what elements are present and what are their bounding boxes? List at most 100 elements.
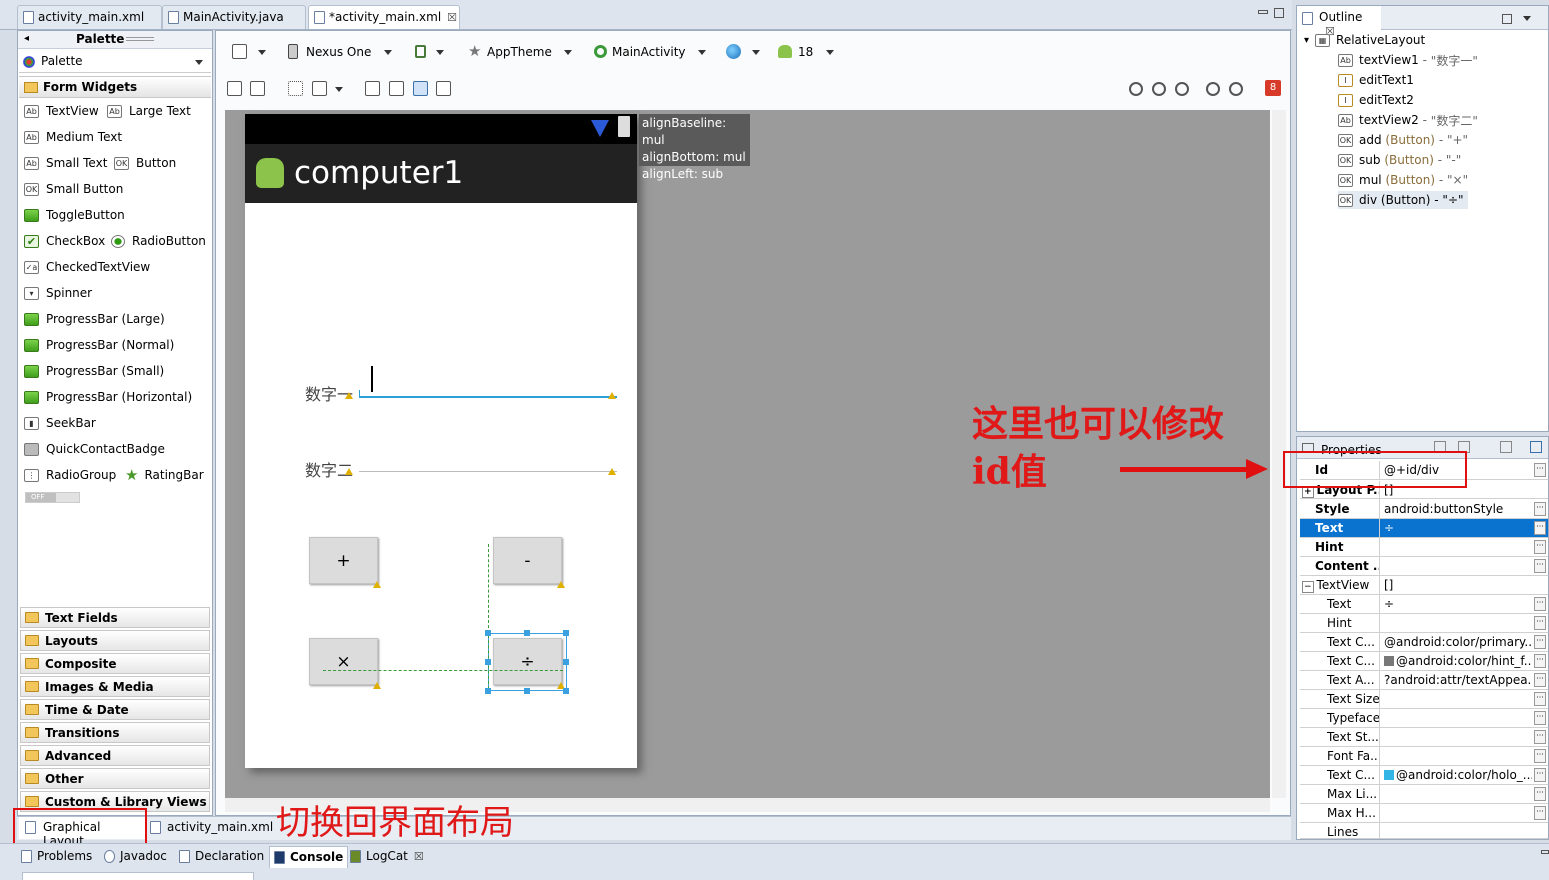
editor-tab-mainactivity-java[interactable]: MainActivity.java [162, 5, 306, 29]
more-icon[interactable]: ··· [1534, 673, 1546, 687]
collapse-arrow-icon[interactable]: ◂ [24, 33, 29, 44]
palette-textview[interactable]: Ab TextView [24, 100, 99, 122]
property-row-text-color[interactable]: Text C... @android:color/primary... ··· [1300, 633, 1548, 652]
resize-handle[interactable] [485, 659, 491, 665]
zoom-in-icon[interactable] [1229, 82, 1243, 96]
tab-activity-main-xml[interactable]: activity_main.xml [147, 817, 273, 839]
property-row-style[interactable]: Style android:buttonStyle ··· [1300, 500, 1548, 519]
editor-tab-activity-main-xml-modified[interactable]: *activity_main.xml ☒ [308, 5, 460, 29]
align-center-icon[interactable] [389, 81, 404, 96]
palette-ratingbar[interactable]: ★ RatingBar [125, 464, 204, 486]
align-left-icon[interactable] [413, 81, 428, 96]
align-baseline-icon[interactable] [365, 81, 380, 96]
palette-seekbar[interactable]: ▮ SeekBar [24, 412, 96, 434]
category-images-media[interactable]: Images & Media [20, 676, 210, 697]
orientation-selector[interactable] [412, 42, 452, 62]
category-layouts[interactable]: Layouts [20, 630, 210, 651]
maximize-icon[interactable] [1274, 8, 1284, 18]
outline-item-sub[interactable]: OK sub (Button) - "-" [1338, 151, 1461, 169]
minimize-icon[interactable] [1541, 850, 1549, 854]
more-icon[interactable]: ··· [1534, 768, 1546, 782]
palette-medium-text[interactable]: Ab Medium Text [24, 126, 122, 148]
category-form-widgets[interactable]: Form Widgets [19, 76, 211, 98]
resize-handle[interactable] [563, 688, 569, 694]
property-row-hint[interactable]: Hint ··· [1300, 538, 1548, 557]
palette-checkedtextview[interactable]: ✓a CheckedTextView [24, 256, 150, 278]
close-icon[interactable]: ☒ [447, 11, 457, 24]
property-row-content-description[interactable]: Content ... ··· [1300, 557, 1548, 576]
more-icon[interactable]: ··· [1534, 806, 1546, 820]
zoom-real-size-icon[interactable] [1129, 82, 1143, 96]
more-icon[interactable]: ··· [1534, 597, 1546, 611]
category-advanced[interactable]: Advanced [20, 745, 210, 766]
outline-item-textview1[interactable]: Ab textView1 - "数字一" [1338, 51, 1478, 69]
more-icon[interactable]: ··· [1534, 502, 1546, 516]
palette-switch[interactable]: OFF [25, 492, 80, 503]
outline-item-edittext2[interactable]: IeditText2 [1338, 91, 1414, 109]
category-other[interactable]: Other [20, 768, 210, 789]
category-composite[interactable]: Composite [20, 653, 210, 674]
more-icon[interactable]: ··· [1534, 730, 1546, 744]
property-row-text-selected[interactable]: Text ÷ ··· [1300, 519, 1548, 538]
filter-icon[interactable] [1500, 441, 1512, 453]
palette-button[interactable]: OK Button [114, 152, 176, 174]
property-row-lines[interactable]: Lines [1300, 823, 1548, 839]
property-row-text-style[interactable]: Text St... ··· [1300, 728, 1548, 747]
more-icon[interactable]: ··· [1534, 463, 1546, 477]
resize-handle[interactable] [563, 659, 569, 665]
outline-tab[interactable]: Outline ☒ [1297, 6, 1381, 38]
palette-spinner[interactable]: ▾ Spinner [24, 282, 92, 304]
more-icon[interactable]: ··· [1534, 692, 1546, 706]
zoom-100-icon[interactable] [1175, 82, 1189, 96]
more-icon[interactable]: ··· [1534, 711, 1546, 725]
selection-box[interactable] [488, 633, 567, 691]
zoom-out-icon[interactable] [1206, 82, 1220, 96]
zoom-fit-icon[interactable] [1152, 82, 1166, 96]
property-row-text-color-link[interactable]: Text C... @android:color/holo_... ··· [1300, 766, 1548, 785]
toggle-height-icon[interactable] [250, 81, 265, 96]
align-corner-icon[interactable] [436, 81, 451, 96]
chevron-down-icon[interactable] [335, 87, 343, 92]
theme-selector[interactable]: ★ AppTheme [466, 42, 578, 62]
minimize-icon[interactable] [1258, 10, 1268, 14]
toggle-width-icon[interactable] [227, 81, 242, 96]
property-row-max-lines[interactable]: Max Li... ··· [1300, 785, 1548, 804]
more-icon[interactable]: ··· [1534, 635, 1546, 649]
device-screen[interactable]: computer1 数字一 数字二 + - × ÷ [245, 114, 637, 768]
property-row-text-appearance[interactable]: Text A... ?android:attr/textAppea... ··· [1300, 671, 1548, 690]
edittext-one[interactable] [359, 364, 617, 398]
outline-item-mul[interactable]: OK mul (Button) - "×" [1338, 171, 1468, 189]
tab-declaration[interactable]: Declaration [175, 846, 268, 868]
property-row-text[interactable]: Text ÷ ··· [1300, 595, 1548, 614]
palette-selector[interactable]: Palette [19, 51, 211, 73]
resize-handle[interactable] [563, 630, 569, 636]
edittext-two[interactable] [359, 454, 617, 472]
device-selector[interactable]: Nexus One [286, 42, 396, 62]
more-icon[interactable]: ··· [1534, 787, 1546, 801]
more-icon[interactable]: ··· [1534, 616, 1546, 630]
error-count-badge[interactable]: 8 [1265, 80, 1281, 96]
property-row-textview-group[interactable]: − TextView[] [1300, 576, 1548, 595]
outline-item-textview2[interactable]: Ab textView2 - "数字二" [1338, 111, 1478, 129]
resize-handle[interactable] [485, 688, 491, 694]
property-row-typeface[interactable]: Typeface ··· [1300, 709, 1548, 728]
resize-handle[interactable] [524, 630, 530, 636]
category-transitions[interactable]: Transitions [20, 722, 210, 743]
tab-logcat[interactable]: LogCat ☒ [346, 846, 428, 868]
mul-button[interactable]: × [309, 638, 378, 685]
property-row-text-size[interactable]: Text Size ··· [1300, 690, 1548, 709]
view-menu-icon[interactable] [1523, 16, 1531, 21]
palette-quickcontactbadge[interactable]: QuickContactBadge [24, 438, 165, 460]
collapse-minus-icon[interactable]: − [1302, 581, 1314, 593]
sub-button[interactable]: - [493, 537, 562, 584]
gravity-icon[interactable] [312, 81, 327, 96]
outline-root[interactable]: ▾ ▦ RelativeLayout [1304, 31, 1425, 49]
palette-progressbar-large[interactable]: ProgressBar (Large) [24, 308, 165, 330]
more-icon[interactable]: ··· [1534, 540, 1546, 554]
palette-radiogroup[interactable]: ⋮ RadioGroup [24, 464, 116, 486]
outline-item-div[interactable]: OK div (Button) - "÷" [1338, 191, 1468, 209]
more-icon[interactable]: ··· [1534, 749, 1546, 763]
config-icon[interactable] [232, 44, 247, 59]
editor-tab-activity-main-xml[interactable]: activity_main.xml [17, 5, 162, 29]
chevron-down-icon[interactable] [258, 50, 266, 55]
